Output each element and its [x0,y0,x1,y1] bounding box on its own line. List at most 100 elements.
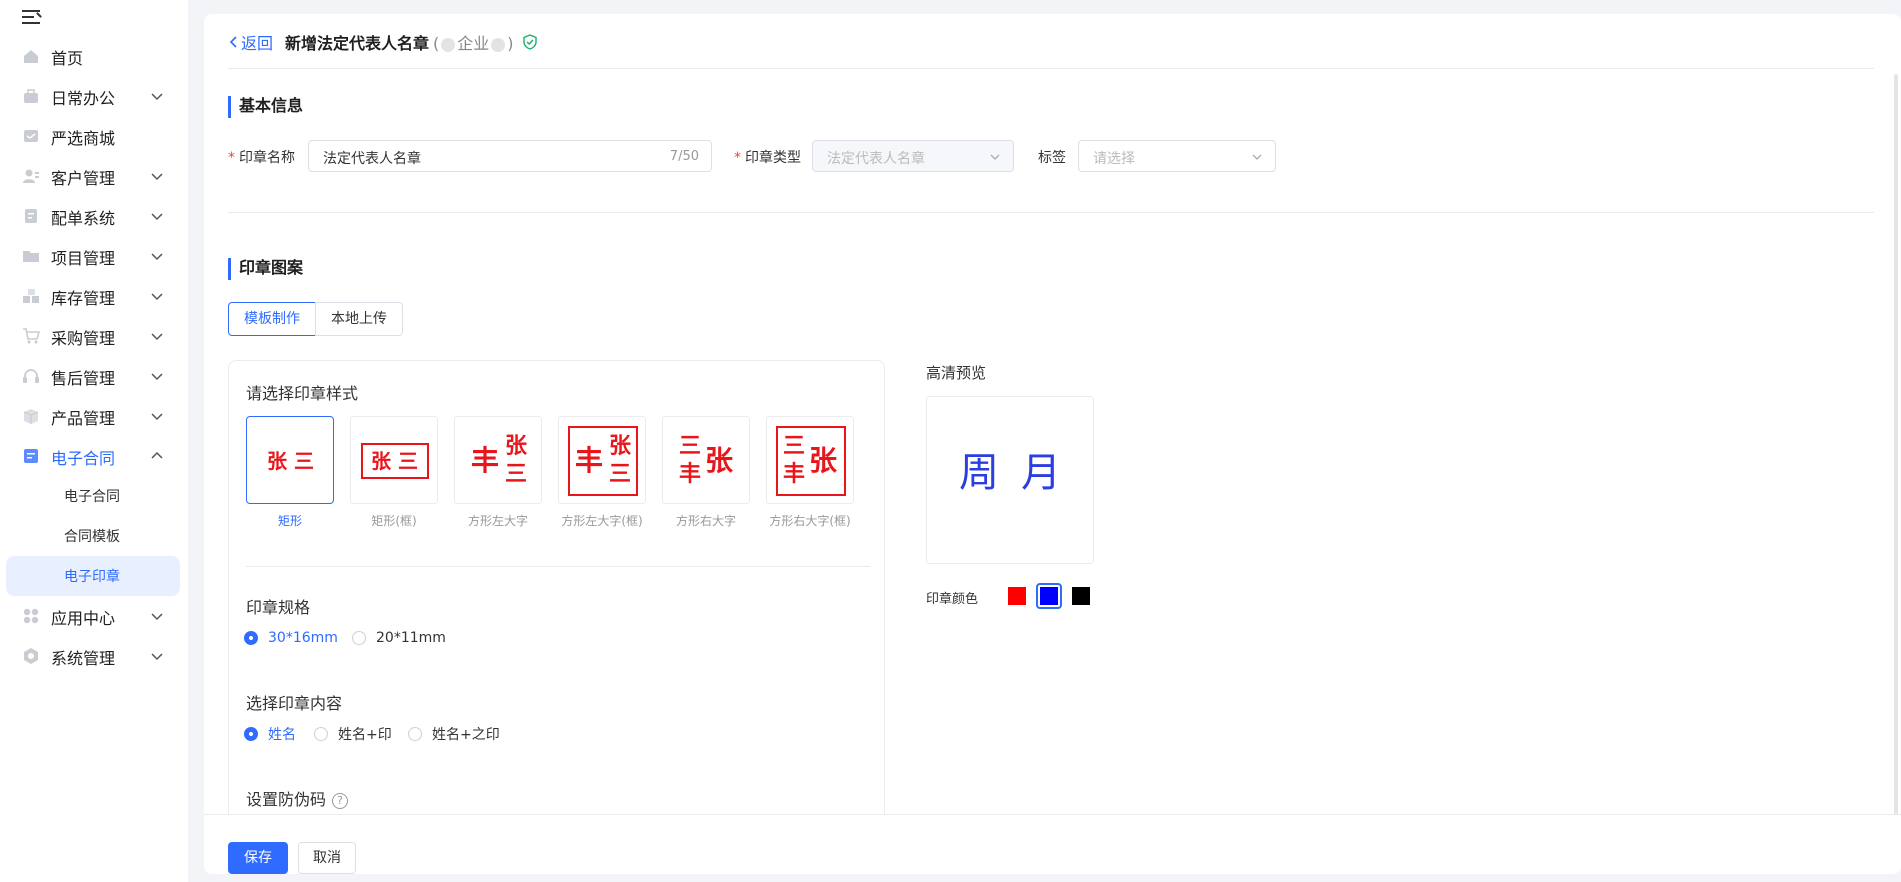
sidebar-item-home[interactable]: 首页 [0,36,188,76]
sidebar-item-inventory[interactable]: 库存管理 [0,276,188,316]
radio-dot [408,727,422,741]
scrollbar[interactable] [1894,74,1898,834]
cube-icon [23,409,39,424]
seal-style-rect-framed[interactable]: 张 三 [350,416,438,504]
sidebar-item-order-system[interactable]: 配单系统 [0,196,188,236]
sidebar-item-label: 客户管理 [51,169,116,188]
seal-style-label: 矩形(框) [371,514,417,528]
section-divider [228,212,1874,213]
preview-title: 高清预览 [926,364,987,382]
tag-label: 标签 [1038,150,1066,166]
spec-label: 印章规格 [246,598,311,617]
color-label: 印章颜色 [926,592,979,607]
sidebar-item-label: 产品管理 [51,409,116,428]
chevron-down-icon [151,213,163,221]
back-label: 返回 [241,34,274,53]
seal-name-label: * 印章名称 [228,150,295,166]
radio-content-name-zhi-seal[interactable]: 姓名+之印 [408,724,500,744]
seal-style-square-right[interactable]: 三 丰 张 [662,416,750,504]
sidebar: 首页 日常办公 严选商城 客户管理 配单系统 项目管理 库存管理 采购管理 售后… [0,0,188,882]
sidebar-item-label: 系统管理 [51,649,116,668]
briefcase-icon [24,89,38,103]
sidebar-item-projects[interactable]: 项目管理 [0,236,188,276]
apps-icon [23,608,39,624]
tag-select[interactable]: 请选择 [1078,140,1276,172]
radio-dot [352,631,366,645]
back-button[interactable]: 返回 [228,30,273,54]
seal-preview: 周 月 [926,396,1094,564]
contract-icon [24,449,38,463]
radio-content-name[interactable]: 姓名 [244,724,296,744]
sidebar-subitem-contract-template[interactable]: 合同模板 [6,516,180,556]
seal-style-square-left-framed[interactable]: 丰 张 三 [558,416,646,504]
seal-style-square-left[interactable]: 丰 张 三 [454,416,542,504]
tag-placeholder: 请选择 [1093,151,1135,167]
radio-content-name-seal[interactable]: 姓名+印 [314,724,392,744]
sidebar-item-products[interactable]: 产品管理 [0,396,188,436]
chevron-down-icon [990,154,1000,160]
sidebar-item-label: 配单系统 [51,209,116,228]
page-subtitle: (企业) [433,34,514,53]
sidebar-item-label: 日常办公 [51,89,116,108]
menu-collapse-icon[interactable] [22,6,44,28]
chevron-down-icon [151,613,163,621]
sidebar-item-purchasing[interactable]: 采购管理 [0,316,188,356]
seal-style-label: 方形左大字 [467,514,528,528]
preview-char: 月 [1021,450,1061,496]
seal-name-value: 法定代表人名章 [323,151,421,167]
color-swatch-blue[interactable] [1040,587,1058,605]
chevron-down-icon [151,653,163,661]
home-icon [24,50,38,63]
radio-dot [244,631,258,645]
sidebar-subitem-e-contract[interactable]: 电子合同 [6,476,180,516]
sidebar-item-app-center[interactable]: 应用中心 [0,596,188,636]
sidebar-item-label: 采购管理 [51,329,116,348]
footer-bar [204,814,1901,874]
sidebar-item-after-sales[interactable]: 售后管理 [0,356,188,396]
folder-icon [23,251,39,262]
page-header: 返回 新增法定代表人名章 (企业) [228,28,538,56]
shield-check-icon [522,34,537,50]
save-button[interactable]: 保存 [228,842,288,874]
seal-style-label: 方形右大字 [675,514,736,528]
color-swatch-red[interactable] [1008,587,1026,605]
chevron-down-icon [151,293,163,301]
sidebar-item-daily-office[interactable]: 日常办公 [0,76,188,116]
tab-local-upload[interactable]: 本地上传 [315,302,403,336]
sidebar-subitem-e-seal[interactable]: 电子印章 [6,556,180,596]
seal-style-rect[interactable]: 张 三 [246,416,334,504]
sidebar-item-customers[interactable]: 客户管理 [0,156,188,196]
chevron-down-icon [151,93,163,101]
help-icon[interactable]: ? [332,792,349,809]
radio-dot [314,727,328,741]
radio-spec-20x11[interactable]: 20*11mm [352,628,446,648]
seal-type-select[interactable]: 法定代表人名章 [812,140,1014,172]
section-title-basic-info: 基本信息 [228,96,303,118]
settings-icon [24,648,38,664]
header-divider [228,68,1874,69]
seal-type-value: 法定代表人名章 [827,151,925,167]
seal-style-square-right-framed[interactable]: 三 丰 张 [766,416,854,504]
radio-spec-30x16[interactable]: 30*16mm [244,628,338,648]
sidebar-item-system[interactable]: 系统管理 [0,636,188,676]
user-icon [23,169,39,183]
seal-name-input[interactable]: 法定代表人名章 7/50 [308,140,712,172]
radio-dot [244,727,258,741]
sidebar-item-label: 售后管理 [51,369,116,388]
page-title: 新增法定代表人名章 [285,34,430,53]
color-swatch-black[interactable] [1072,587,1090,605]
tab-template[interactable]: 模板制作 [228,302,316,336]
seal-style-label: 方形右大字(框) [769,514,851,528]
cancel-button[interactable]: 取消 [298,842,356,874]
sidebar-item-mall[interactable]: 严选商城 [0,116,188,156]
shop-icon [24,130,38,142]
cart-icon [23,328,40,344]
chevron-up-icon [151,451,163,459]
content-label: 选择印章内容 [246,694,343,713]
sidebar-item-e-contract[interactable]: 电子合同 [0,436,188,476]
seal-name-counter: 7/50 [669,149,699,164]
chevron-down-icon [151,173,163,181]
chevron-down-icon [1252,154,1262,160]
sidebar-item-label: 首页 [51,49,84,68]
seal-style-label: 方形左大字(框) [561,514,643,528]
